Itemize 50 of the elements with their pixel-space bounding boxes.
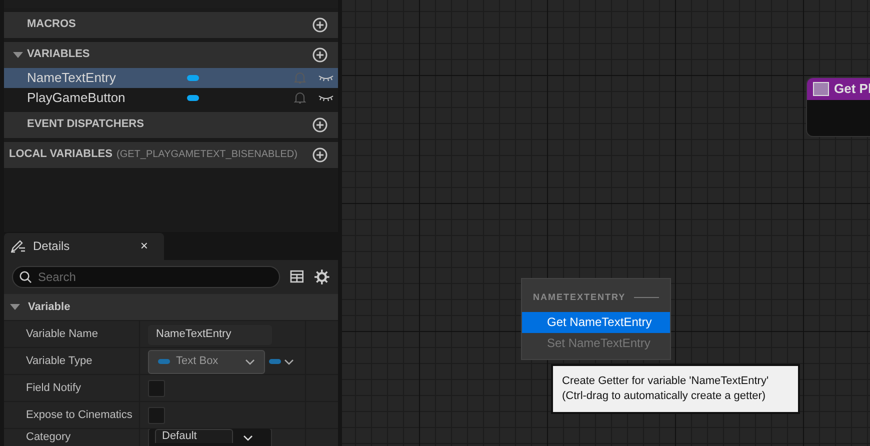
chevron-down-icon: [245, 358, 255, 364]
section-title: MACROS: [27, 17, 76, 32]
close-tab-button[interactable]: ×: [140, 236, 148, 256]
section-header[interactable]: MACROS: [4, 12, 338, 38]
section-header[interactable]: EVENT DISPATCHERS: [4, 112, 338, 138]
expand-arrow-icon[interactable]: [13, 50, 23, 59]
closed-eye-icon[interactable]: [318, 94, 334, 102]
property-label: Category: [26, 430, 71, 446]
expand-arrow-icon[interactable]: [10, 303, 20, 311]
section-header[interactable]: VARIABLES: [4, 42, 338, 68]
closed-eye-icon[interactable]: [318, 74, 334, 82]
property-label: Variable Type: [26, 354, 92, 369]
category-combo[interactable]: Default: [148, 429, 272, 446]
chevron-down-icon: [284, 358, 294, 364]
variable-item[interactable]: NameTextEntry: [4, 68, 338, 88]
add-icon[interactable]: [312, 116, 328, 133]
pencil-icon: [10, 239, 26, 254]
section-subtitle: (GET_PLAYGAMETEXT_BISENABLED): [116, 148, 298, 162]
details-tab[interactable]: Details ×: [4, 232, 164, 260]
checkbox[interactable]: [148, 380, 165, 397]
property-label: Variable Name: [26, 326, 98, 342]
tooltip-text: Create Getter for variable 'NameTextEntry': [562, 374, 770, 389]
chevron-down-icon: [243, 435, 253, 441]
name-field[interactable]: NameTextEntry: [148, 324, 272, 344]
container-type-dropdown[interactable]: [269, 358, 294, 364]
add-icon[interactable]: [312, 46, 328, 63]
category-header[interactable]: Variable: [4, 294, 338, 320]
bell-icon[interactable]: [294, 90, 306, 105]
section-header[interactable]: LOCAL VARIABLES (GET_PLAYGAMETEXT_BISENABLED): [4, 142, 338, 168]
variable-item[interactable]: PlayGameButton: [4, 88, 338, 108]
search-box[interactable]: Search: [12, 266, 280, 288]
category-title: Variable: [28, 300, 70, 315]
type-dropdown[interactable]: Text Box: [148, 350, 265, 374]
property-label: Expose to Cinematics: [26, 408, 132, 423]
widget-icon: [813, 82, 829, 96]
add-icon[interactable]: [312, 146, 328, 163]
section-title: EVENT DISPATCHERS: [27, 117, 144, 132]
menu-item[interactable]: Get NameTextEntry: [522, 312, 670, 332]
tooltip-text: (Ctrl-drag to automatically create a getter): [562, 389, 767, 404]
checkbox[interactable]: [148, 407, 165, 424]
section-title: VARIABLES: [27, 47, 90, 62]
variable-name: NameTextEntry: [27, 68, 117, 87]
add-icon[interactable]: [312, 16, 328, 33]
settings-icon[interactable]: [314, 268, 330, 285]
section-title: LOCAL VARIABLES: [9, 147, 112, 162]
menu-heading: NAMETEXTENTRY: [533, 291, 626, 304]
property-label: Field Notify: [26, 380, 82, 396]
variable-name: PlayGameButton: [27, 88, 126, 107]
table-view-icon[interactable]: [290, 270, 304, 284]
search-icon: [19, 270, 32, 284]
